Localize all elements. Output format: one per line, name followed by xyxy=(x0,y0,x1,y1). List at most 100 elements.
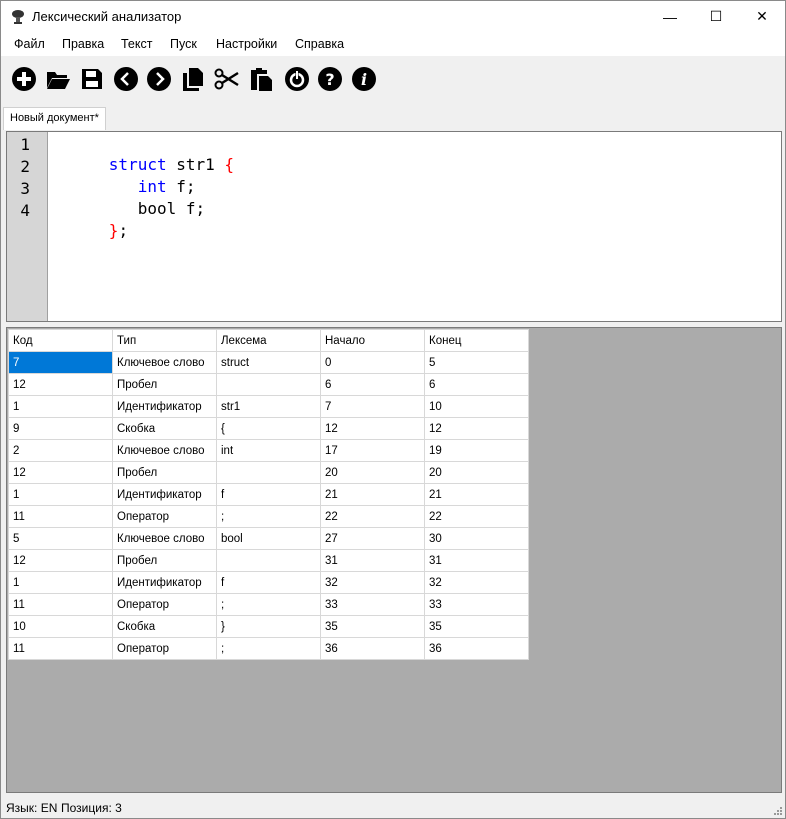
column-header-end[interactable]: Конец xyxy=(424,329,529,352)
table-row[interactable]: 10 Скобка} 35 35 xyxy=(8,615,529,638)
table-cell[interactable]: f xyxy=(216,571,321,594)
table-cell[interactable]: 11 xyxy=(8,637,113,660)
table-cell[interactable]: 22 xyxy=(424,505,529,528)
splitter[interactable] xyxy=(6,321,782,326)
table-cell[interactable]: ; xyxy=(216,593,321,616)
table-cell[interactable]: 6 xyxy=(424,373,529,396)
table-cell[interactable]: ; xyxy=(216,637,321,660)
table-row[interactable]: 2 Ключевое слово int 17 19 xyxy=(8,439,529,462)
table-cell[interactable]: 5 xyxy=(424,351,529,374)
table-cell[interactable]: 32 xyxy=(320,571,425,594)
info-button[interactable]: i xyxy=(349,64,379,94)
table-cell[interactable]: Ключевое слово xyxy=(112,351,217,374)
table-cell[interactable]: Ключевое слово xyxy=(112,439,217,462)
table-cell[interactable]: Идентификатор xyxy=(112,483,217,506)
table-cell[interactable]: 19 xyxy=(424,439,529,462)
column-header-start[interactable]: Начало xyxy=(320,329,425,352)
table-cell[interactable]: 31 xyxy=(424,549,529,572)
menu-text[interactable]: Текст xyxy=(121,37,152,51)
table-cell[interactable]: 11 xyxy=(8,593,113,616)
menu-settings[interactable]: Настройки xyxy=(216,37,277,51)
table-row[interactable]: 1 Идентификатор f 32 32 xyxy=(8,571,529,594)
table-cell[interactable]: 35 xyxy=(424,615,529,638)
table-row[interactable]: 11 Оператор; 36 36 xyxy=(8,637,529,660)
table-cell[interactable]: 17 xyxy=(320,439,425,462)
table-cell[interactable]: 10 xyxy=(8,615,113,638)
table-cell[interactable]: 12 xyxy=(8,461,113,484)
table-cell[interactable]: 30 xyxy=(424,527,529,550)
table-cell[interactable]: 36 xyxy=(320,637,425,660)
table-row[interactable]: 12 Пробел 20 20 xyxy=(8,461,529,484)
table-cell[interactable]: 1 xyxy=(8,571,113,594)
table-row[interactable]: 1 Идентификатор str1 7 10 xyxy=(8,395,529,418)
table-cell[interactable]: 35 xyxy=(320,615,425,638)
table-cell[interactable]: 11 xyxy=(8,505,113,528)
table-cell[interactable]: 0 xyxy=(320,351,425,374)
table-cell[interactable]: Идентификатор xyxy=(112,571,217,594)
column-header-lexeme[interactable]: Лексема xyxy=(216,329,321,352)
resize-grip-icon[interactable] xyxy=(772,805,782,815)
column-header-type[interactable]: Тип xyxy=(112,329,217,352)
new-button[interactable] xyxy=(9,64,39,94)
table-cell[interactable]: 33 xyxy=(424,593,529,616)
table-cell[interactable]: struct xyxy=(216,351,321,374)
table-row[interactable]: 7 Ключевое слово struct 0 5 xyxy=(8,351,529,374)
paste-button[interactable] xyxy=(246,64,276,94)
title-bar[interactable]: Лексический анализатор — ☐ ✕ xyxy=(1,1,785,32)
save-button[interactable] xyxy=(77,64,107,94)
column-header-code[interactable]: Код xyxy=(8,329,113,352)
table-cell[interactable]: 12 xyxy=(8,549,113,572)
minimize-button[interactable]: — xyxy=(647,1,693,32)
table-cell[interactable]: 12 xyxy=(320,417,425,440)
table-cell[interactable]: 1 xyxy=(8,395,113,418)
tab-new-document[interactable]: Новый документ* xyxy=(3,107,106,130)
run-button[interactable] xyxy=(282,64,312,94)
table-cell[interactable]: str1 xyxy=(216,395,321,418)
table-cell[interactable]: 21 xyxy=(320,483,425,506)
table-row[interactable]: 11 Оператор; 22 22 xyxy=(8,505,529,528)
table-cell[interactable]: Оператор xyxy=(112,637,217,660)
code-editor[interactable]: 1 2 3 4 struct str1 { int f; bool f; }; xyxy=(6,131,782,322)
table-row[interactable]: 5 Ключевое слово bool 27 30 xyxy=(8,527,529,550)
table-cell[interactable]: 32 xyxy=(424,571,529,594)
table-row[interactable]: 1 Идентификатор f 21 21 xyxy=(8,483,529,506)
table-cell[interactable]: { xyxy=(216,417,321,440)
table-cell[interactable]: int xyxy=(216,439,321,462)
menu-file[interactable]: Файл xyxy=(14,37,45,51)
table-cell[interactable]: 10 xyxy=(424,395,529,418)
table-cell[interactable]: 1 xyxy=(8,483,113,506)
table-cell[interactable]: Скобка xyxy=(112,615,217,638)
table-cell[interactable]: 6 xyxy=(320,373,425,396)
table-row[interactable]: 12 Пробел 31 31 xyxy=(8,549,529,572)
maximize-button[interactable]: ☐ xyxy=(693,1,739,32)
table-cell[interactable]: Оператор xyxy=(112,505,217,528)
redo-button[interactable] xyxy=(144,64,174,94)
table-cell[interactable]: 33 xyxy=(320,593,425,616)
table-row[interactable]: 11 Оператор; 33 33 xyxy=(8,593,529,616)
table-cell[interactable] xyxy=(216,549,321,572)
table-cell[interactable]: 2 xyxy=(8,439,113,462)
table-cell[interactable]: f xyxy=(216,483,321,506)
table-cell[interactable]: ; xyxy=(216,505,321,528)
table-cell[interactable]: 20 xyxy=(424,461,529,484)
table-cell[interactable]: Пробел xyxy=(112,461,217,484)
table-cell[interactable]: 12 xyxy=(424,417,529,440)
table-cell[interactable]: 5 xyxy=(8,527,113,550)
table-cell[interactable]: 27 xyxy=(320,527,425,550)
open-button[interactable] xyxy=(43,64,73,94)
table-cell[interactable]: 7 xyxy=(8,351,113,374)
table-row[interactable]: 12 Пробел 6 6 xyxy=(8,373,529,396)
table-cell[interactable]: 31 xyxy=(320,549,425,572)
copy-button[interactable] xyxy=(178,64,208,94)
menu-run[interactable]: Пуск xyxy=(170,37,197,51)
undo-button[interactable] xyxy=(111,64,141,94)
table-cell[interactable]: 21 xyxy=(424,483,529,506)
table-cell[interactable]: 12 xyxy=(8,373,113,396)
cut-button[interactable] xyxy=(212,64,242,94)
table-cell[interactable]: Ключевое слово xyxy=(112,527,217,550)
table-cell[interactable]: 36 xyxy=(424,637,529,660)
table-cell[interactable]: Скобка xyxy=(112,417,217,440)
table-cell[interactable]: Оператор xyxy=(112,593,217,616)
table-cell[interactable] xyxy=(216,461,321,484)
table-cell[interactable]: Пробел xyxy=(112,549,217,572)
